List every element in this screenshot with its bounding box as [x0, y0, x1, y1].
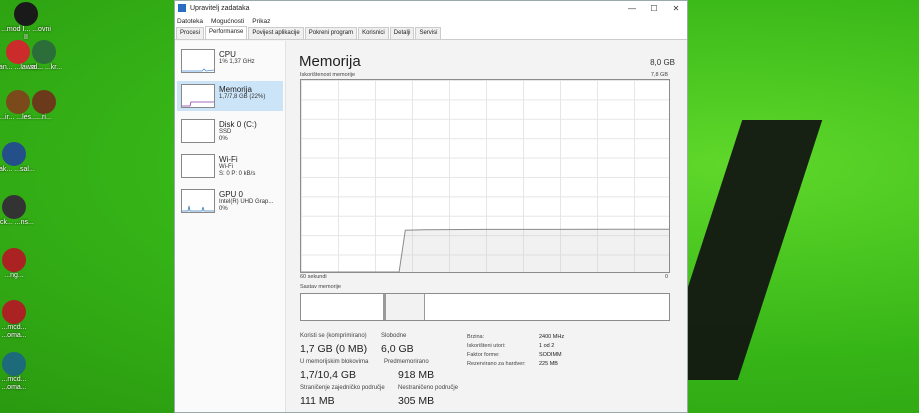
- desktop-icon-label: ...al... ...kr...: [25, 64, 63, 71]
- memory-mini-graph: [181, 84, 215, 108]
- menu-view[interactable]: Prikaz: [252, 18, 270, 25]
- nonpaged-pool-value: 305 MB: [398, 395, 435, 407]
- desktop-icon[interactable]: ...mcd... ...oma...: [0, 300, 40, 340]
- desktop-icon-label: ...ri...: [36, 114, 52, 121]
- desktop-icon[interactable]: ...ak... ...sal...: [0, 142, 40, 174]
- sidebar-item-detail: Intel(R) UHD Grap...: [219, 199, 274, 205]
- tab-details[interactable]: Detalji: [389, 27, 415, 39]
- desktop-icon-label: ...ck... ...ns...: [0, 219, 34, 226]
- committed-value: 1,7/10,4 GB: [300, 369, 357, 381]
- sidebar-item-detail: Wi-Fi: [219, 164, 233, 170]
- sidebar-item-wifi[interactable]: Wi-Fi Wi-Fi S: 0 P: 0 kB/s: [177, 151, 283, 181]
- page-title: Memorija: [299, 53, 361, 70]
- tab-users[interactable]: Korisnici: [358, 27, 389, 39]
- desktop-icon[interactable]: ...mod I... ...ovni II: [0, 2, 52, 42]
- x-axis-left-label: 60 sekundi: [300, 274, 327, 280]
- close-button[interactable]: ✕: [665, 4, 687, 13]
- tab-performance[interactable]: Performanse: [205, 26, 248, 39]
- hardware-reserved-value: 225 MB: [539, 361, 558, 367]
- paged-pool-label: Straničenje zajedničko područje: [300, 385, 385, 391]
- sidebar-item-detail: S: 0 P: 0 kB/s: [219, 171, 256, 177]
- graph-label: Iskorištenost memorije: [300, 72, 356, 78]
- cached-label: Predmemorirano: [384, 359, 429, 365]
- available-value: 6,0 GB: [381, 343, 414, 355]
- task-manager-icon: [178, 4, 186, 12]
- app-icon: [2, 195, 26, 219]
- app-icon: [2, 352, 26, 376]
- memory-panel: Memorija 8,0 GB Iskorištenost memorije 7…: [297, 41, 677, 412]
- task-manager-window: Upravitelj zadataka — ☐ ✕ Datoteka Moguć…: [174, 0, 688, 413]
- sidebar-item-detail: 0%: [219, 206, 228, 212]
- desktop-icon-label: ...mcd... ...oma...: [1, 376, 27, 391]
- disk-mini-graph: [181, 119, 215, 143]
- memory-usage-graph: [300, 79, 670, 273]
- desktop-icon[interactable]: ...ng...: [0, 248, 40, 280]
- memory-composition-bar: [300, 293, 670, 321]
- sidebar-item-title: Wi-Fi: [219, 155, 238, 164]
- sidebar-item-detail: 1,7/7,8 GB (22%): [219, 94, 266, 100]
- minimize-button[interactable]: —: [621, 4, 643, 13]
- sidebar-item-disk[interactable]: Disk 0 (C:) SSD 0%: [177, 116, 283, 146]
- desktop-icon-label: ...ng...: [4, 272, 24, 279]
- sidebar-item-detail: 1% 1,37 GHz: [219, 59, 255, 65]
- desktop-icon[interactable]: ...ck... ...ns...: [0, 195, 40, 227]
- performance-sidebar: CPU 1% 1,37 GHz Memorija 1,7/7,8 GB (22%…: [175, 41, 286, 412]
- form-factor-value: SODIMM: [539, 352, 562, 358]
- sidebar-item-detail: SSD: [219, 129, 232, 135]
- app-icon: [2, 248, 26, 272]
- tab-services[interactable]: Servisi: [415, 27, 442, 39]
- tab-processes[interactable]: Procesi: [176, 27, 205, 39]
- app-icon: [32, 40, 56, 64]
- app-icon: [2, 300, 26, 324]
- sidebar-item-memory[interactable]: Memorija 1,7/7,8 GB (22%): [177, 81, 283, 111]
- slots-value: 1 od 2: [539, 343, 555, 349]
- form-factor-label: Faktor forme:: [467, 352, 500, 358]
- app-icon: [2, 142, 26, 166]
- sidebar-item-cpu[interactable]: CPU 1% 1,37 GHz: [177, 46, 283, 76]
- app-icon: [14, 2, 38, 26]
- speed-value: 2400 MHz: [539, 334, 565, 340]
- wifi-mini-graph: [181, 154, 215, 178]
- memory-total: 8,0 GB: [650, 58, 675, 67]
- title-bar[interactable]: Upravitelj zadataka — ☐ ✕: [175, 1, 687, 15]
- speed-label: Brzina:: [467, 334, 485, 340]
- cached-value: 918 MB: [398, 369, 435, 381]
- x-axis-right-label: 0: [664, 274, 668, 280]
- desktop-icon[interactable]: ...mcd... ...oma...: [0, 352, 40, 392]
- menu-file[interactable]: Datoteka: [177, 18, 203, 25]
- committed-label: U memorijskim blokovima: [300, 359, 369, 365]
- sidebar-item-title: GPU 0: [219, 190, 244, 199]
- desktop-icon[interactable]: ...al... ...kr...: [18, 40, 70, 72]
- nonpaged-pool-label: Nestraničeno područje: [398, 385, 459, 391]
- in-use-label: Koristi se (komprimirano): [300, 333, 367, 339]
- sidebar-item-detail: 0%: [219, 136, 228, 142]
- graph-max-label: 7,8 GB: [650, 72, 668, 78]
- desktop-icon[interactable]: ...ri...: [18, 90, 70, 122]
- memory-usage-area: [301, 229, 669, 272]
- tab-app-history[interactable]: Povijest aplikacije: [248, 27, 304, 39]
- sidebar-item-title: CPU: [219, 50, 236, 59]
- menu-bar: Datoteka Mogućnosti Prikaz: [175, 15, 687, 27]
- gpu-mini-graph: [181, 189, 215, 213]
- in-use-value: 1,7 GB (0 MB): [300, 343, 368, 355]
- maximize-button[interactable]: ☐: [643, 4, 665, 13]
- available-label: Slobodne: [381, 333, 407, 339]
- desktop-icon-label: ...ak... ...sal...: [0, 166, 35, 173]
- slots-label: Iskorišteni utori:: [467, 343, 506, 349]
- hardware-reserved-label: Rezervirano za hardver:: [467, 361, 526, 367]
- composition-label: Sastav memorije: [300, 284, 341, 290]
- memory-usage-chart: [301, 228, 669, 272]
- sidebar-item-gpu[interactable]: GPU 0 Intel(R) UHD Grap... 0%: [177, 186, 283, 216]
- sidebar-item-title: Disk 0 (C:): [219, 120, 257, 129]
- cpu-mini-graph: [181, 49, 215, 73]
- window-title: Upravitelj zadataka: [190, 4, 250, 12]
- composition-standby: [385, 294, 425, 320]
- sidebar-item-title: Memorija: [219, 85, 252, 94]
- app-icon: [32, 90, 56, 114]
- desktop-icon-label: ...mcd... ...oma...: [1, 324, 27, 339]
- menu-options[interactable]: Mogućnosti: [211, 18, 244, 25]
- tab-bar: Procesi Performanse Povijest aplikacije …: [175, 26, 687, 40]
- tab-startup[interactable]: Pokreni program: [304, 27, 358, 39]
- paged-pool-value: 111 MB: [300, 395, 335, 407]
